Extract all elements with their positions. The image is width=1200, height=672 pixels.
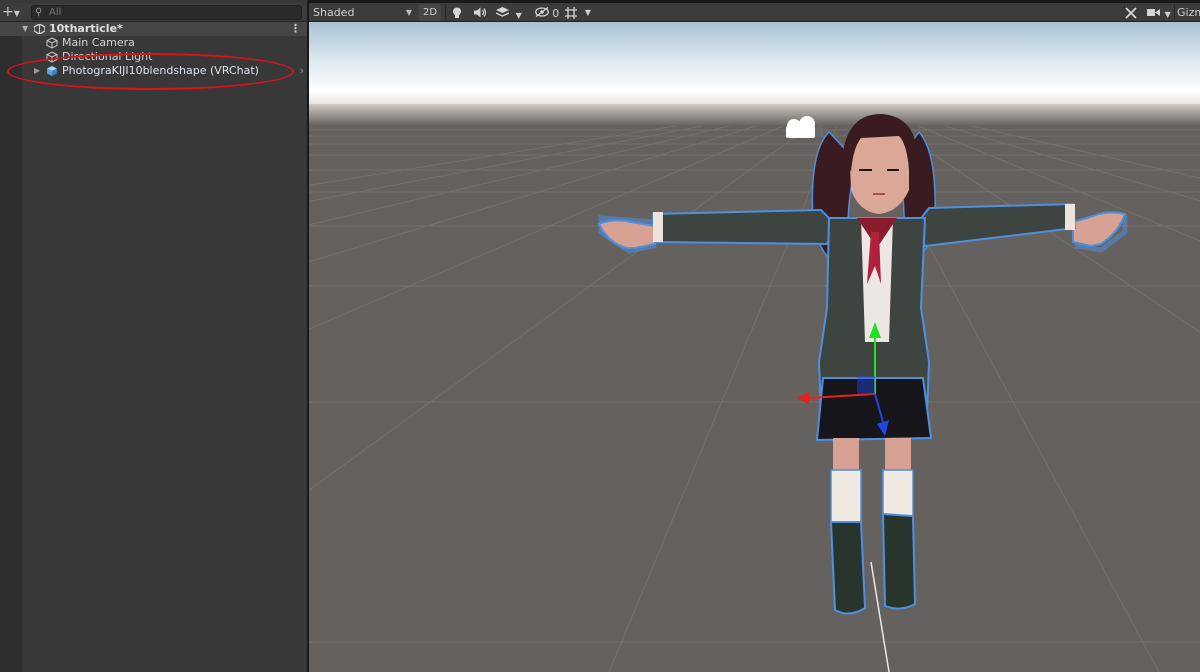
chevron-down-icon: ▼ bbox=[13, 9, 20, 18]
audio-toggle-button[interactable] bbox=[471, 4, 489, 21]
light-bulb-icon bbox=[453, 7, 461, 18]
chevron-down-icon: ▼ bbox=[405, 8, 412, 17]
gameobject-cube-icon bbox=[46, 51, 58, 63]
horizon-haze bbox=[309, 104, 1200, 126]
tools-button[interactable] bbox=[1121, 4, 1141, 21]
toolbar-separator bbox=[1174, 5, 1175, 20]
chevron-down-icon: ▼ bbox=[515, 11, 522, 20]
scene-visibility-toggle[interactable]: 0 bbox=[533, 4, 561, 21]
scene-view-toolbar: Shaded ▼ 2D ▼ 0 ▼ ▼ Gizm bbox=[309, 3, 1200, 22]
hierarchy-item-label: PhotograKIJI10blendshape (VRChat) bbox=[62, 64, 259, 77]
gizmos-dropdown[interactable]: Gizmos bbox=[1177, 4, 1200, 21]
chevron-right-icon[interactable]: › bbox=[300, 64, 304, 78]
toggle-2d-button[interactable]: 2D bbox=[419, 4, 441, 21]
gameobject-cube-icon bbox=[46, 37, 58, 49]
search-icon: ⚲ bbox=[35, 7, 43, 18]
scene-menu-icon[interactable]: ⋮ bbox=[290, 22, 301, 36]
effects-dropdown-button[interactable]: ▼ bbox=[495, 4, 523, 21]
unity-scene-icon bbox=[34, 24, 45, 34]
hierarchy-panel: +▼ ⚲ ▼ 10tharticle* ⋮ Main Camera Direct… bbox=[0, 0, 307, 672]
scene-viewport[interactable] bbox=[309, 22, 1200, 672]
hierarchy-item-label: Directional Light bbox=[62, 50, 153, 63]
scene-render[interactable] bbox=[309, 22, 1200, 672]
hierarchy-item-avatar-prefab[interactable]: ▶ PhotograKIJI10blendshape (VRChat) › bbox=[22, 64, 307, 78]
hierarchy-toolbar: +▼ ⚲ bbox=[0, 3, 307, 22]
hierarchy-gutter bbox=[0, 22, 22, 672]
scene-header-row[interactable]: ▼ 10tharticle* ⋮ bbox=[0, 22, 307, 36]
hidden-object-count: 0 bbox=[552, 7, 560, 20]
skybox bbox=[309, 22, 1200, 104]
hierarchy-search-box[interactable]: ⚲ bbox=[31, 5, 302, 20]
lighting-toggle-button[interactable] bbox=[449, 4, 465, 21]
chevron-down-icon: ▼ bbox=[1164, 10, 1171, 19]
chevron-down-icon[interactable]: ▼ bbox=[583, 4, 593, 21]
grid-icon bbox=[565, 7, 577, 19]
hidden-eye-icon bbox=[534, 6, 549, 18]
camera-settings-button[interactable]: ▼ bbox=[1145, 4, 1173, 21]
prefab-cube-icon bbox=[47, 66, 57, 76]
video-camera-icon bbox=[1147, 9, 1161, 16]
hierarchy-item-directional-light[interactable]: Directional Light bbox=[22, 50, 307, 64]
hierarchy-item-main-camera[interactable]: Main Camera bbox=[22, 36, 307, 50]
expand-arrow-icon[interactable]: ▼ bbox=[22, 22, 28, 36]
grid-toggle-button[interactable] bbox=[563, 4, 579, 21]
draw-mode-label: Shaded bbox=[313, 6, 355, 19]
effects-layers-icon bbox=[495, 7, 510, 17]
add-label: + bbox=[2, 4, 14, 20]
hierarchy-item-label: Main Camera bbox=[62, 36, 135, 49]
draw-mode-dropdown[interactable]: Shaded ▼ bbox=[309, 4, 415, 21]
hierarchy-search-input[interactable] bbox=[49, 6, 289, 19]
toolbar-separator bbox=[445, 5, 446, 20]
scene-name: 10tharticle* bbox=[49, 22, 123, 35]
speaker-icon bbox=[473, 7, 486, 18]
crossed-tools-icon bbox=[1125, 7, 1137, 19]
expand-arrow-icon[interactable]: ▶ bbox=[34, 64, 40, 78]
create-dropdown-button[interactable]: +▼ bbox=[0, 4, 26, 21]
